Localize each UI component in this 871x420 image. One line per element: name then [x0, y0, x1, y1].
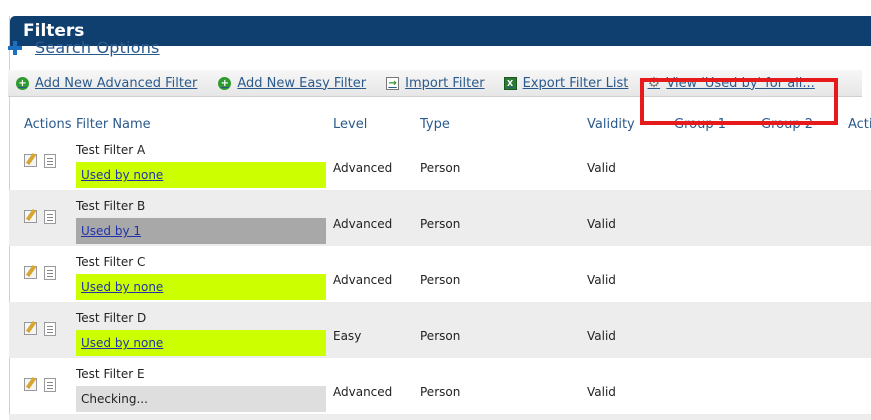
type-cell: Person	[420, 385, 461, 399]
table-row: Test Filter C Used by none Advanced Pers…	[9, 246, 871, 302]
column-actions: Actions	[24, 117, 72, 132]
filter-toolbar: + Add New Advanced Filter + Add New Easy…	[8, 70, 862, 97]
edit-icon[interactable]	[24, 378, 37, 391]
excel-icon: X	[503, 76, 517, 90]
copy-icon[interactable]	[44, 154, 56, 168]
import-filter-label[interactable]: Import Filter	[405, 76, 484, 91]
add-easy-filter-button[interactable]: + Add New Easy Filter	[218, 76, 366, 91]
level-cell: Advanced	[333, 217, 393, 231]
import-icon: →	[386, 76, 400, 90]
search-options-link[interactable]: Search Options	[35, 38, 160, 57]
validity-cell: Valid	[587, 329, 616, 343]
validity-cell: Valid	[587, 273, 616, 287]
gear-icon: ⚙	[647, 75, 661, 91]
column-group-2[interactable]: Group 2	[761, 117, 813, 132]
add-advanced-filter-button[interactable]: + Add New Advanced Filter	[16, 76, 197, 91]
level-cell: Advanced	[333, 273, 393, 287]
used-by-link[interactable]: Used by none	[81, 280, 163, 294]
table-row: Test Filter D Used by none Easy Person V…	[9, 302, 871, 358]
used-by-status: Checking...	[81, 392, 148, 406]
level-cell: Easy	[333, 329, 362, 343]
type-cell: Person	[420, 329, 461, 343]
used-by-cell: Used by 1	[76, 218, 326, 244]
column-validity[interactable]: Validity	[587, 117, 635, 132]
column-actions-right: Acti	[848, 117, 871, 132]
edit-icon[interactable]	[24, 210, 37, 223]
table-row: Test Filter E Checking... Advanced Perso…	[9, 358, 871, 414]
used-by-link[interactable]: Used by none	[81, 168, 163, 182]
export-filter-list-label[interactable]: Export Filter List	[523, 76, 629, 91]
filter-name: Test Filter B	[76, 199, 146, 213]
level-cell: Advanced	[333, 385, 393, 399]
filter-name: Test Filter C	[76, 255, 146, 269]
import-filter-button[interactable]: → Import Filter	[386, 76, 485, 91]
type-cell: Person	[420, 161, 461, 175]
validity-cell: Valid	[587, 161, 616, 175]
view-used-by-button[interactable]: ⚙ View 'Used by' for all...	[647, 75, 815, 91]
validity-cell: Valid	[587, 385, 616, 399]
table-row: Test Filter B Used by 1 Advanced Person …	[9, 190, 871, 246]
used-by-cell: Used by none	[76, 330, 326, 356]
copy-icon[interactable]	[44, 210, 56, 224]
export-filter-list-button[interactable]: X Export Filter List	[503, 76, 629, 91]
used-by-link[interactable]: Used by 1	[81, 224, 141, 238]
used-by-link[interactable]: Used by none	[81, 336, 163, 350]
edit-icon[interactable]	[24, 154, 37, 167]
table-row: Test Filter A Used by none Advanced Pers…	[9, 134, 871, 190]
plus-icon[interactable]	[8, 40, 22, 55]
level-cell: Advanced	[333, 161, 393, 175]
add-advanced-filter-label[interactable]: Add New Advanced Filter	[35, 76, 197, 91]
used-by-cell: Used by none	[76, 274, 326, 300]
validity-cell: Valid	[587, 217, 616, 231]
used-by-cell: Used by none	[76, 162, 326, 188]
used-by-cell: Checking...	[76, 386, 326, 412]
copy-icon[interactable]	[44, 266, 56, 280]
type-cell: Person	[420, 217, 461, 231]
column-level[interactable]: Level	[333, 117, 367, 132]
filter-name: Test Filter A	[76, 143, 146, 157]
view-used-by-label[interactable]: View 'Used by' for all...	[666, 76, 814, 91]
edit-icon[interactable]	[24, 266, 37, 279]
add-easy-filter-label[interactable]: Add New Easy Filter	[237, 76, 366, 91]
filter-name: Test Filter E	[76, 367, 145, 381]
type-cell: Person	[420, 273, 461, 287]
search-options[interactable]: Search Options	[8, 38, 160, 57]
copy-icon[interactable]	[44, 378, 56, 392]
next-row-partial	[9, 414, 871, 420]
copy-icon[interactable]	[44, 322, 56, 336]
filter-name: Test Filter D	[76, 311, 147, 325]
edit-icon[interactable]	[24, 322, 37, 335]
column-type[interactable]: Type	[420, 117, 450, 132]
column-filter-name[interactable]: Filter Name	[76, 117, 151, 132]
add-circle-icon: +	[16, 76, 29, 90]
table-header: Actions Filter Name Level Type Validity …	[9, 100, 871, 134]
column-group-1[interactable]: Group 1	[674, 117, 726, 132]
add-circle-icon: +	[218, 76, 232, 90]
